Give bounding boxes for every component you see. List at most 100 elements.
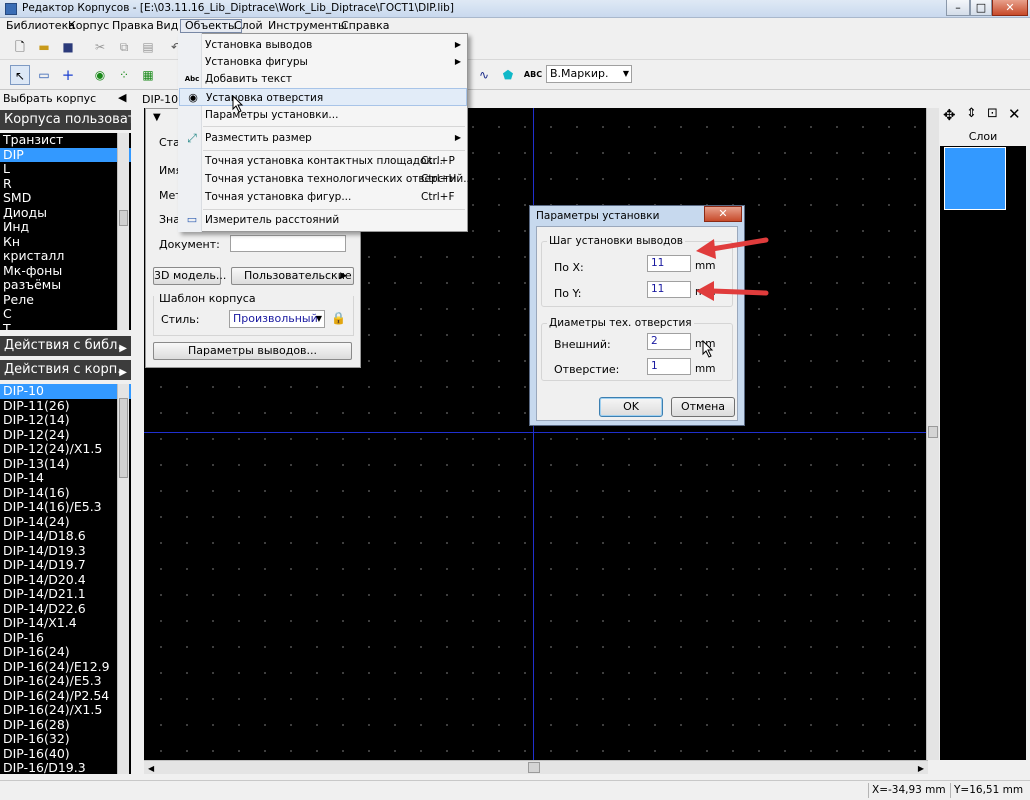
new-file-icon[interactable]: 🗋 (10, 37, 30, 57)
copy-icon[interactable]: ⧉ (114, 37, 134, 57)
category-item[interactable]: Инд (0, 219, 131, 235)
menu-help[interactable]: Справка (337, 19, 393, 33)
library-actions-header[interactable]: Действия с библ. ▶ (0, 336, 131, 356)
package-list[interactable]: DIP-10 DIP-11(26) DIP-12(14) DIP-12(24) DIP-… (0, 384, 131, 774)
package-item[interactable]: DIP-12(24) (0, 427, 131, 443)
save-icon[interactable]: ■ (58, 37, 78, 57)
category-item[interactable]: Мк-фоны (0, 263, 131, 279)
package-item[interactable]: DIP-14/D19.3 (0, 543, 131, 559)
document-input[interactable] (230, 235, 346, 252)
category-item[interactable]: С (0, 306, 131, 322)
menu-layer[interactable]: Слой (230, 19, 267, 33)
category-item[interactable]: кристалл (0, 248, 131, 264)
pin-params-button[interactable]: Параметры выводов... (153, 342, 352, 360)
package-item[interactable]: DIP-14/D20.4 (0, 572, 131, 588)
package-scrollbar[interactable] (117, 384, 129, 774)
package-item[interactable]: DIP-10 (0, 384, 131, 399)
category-list[interactable]: Транзист DIP L R SMD Диоды Инд Кн кристалл Мк-фон… (0, 133, 131, 330)
package-item[interactable]: DIP-14 (0, 470, 131, 486)
category-item[interactable]: R (0, 176, 131, 192)
package-item[interactable]: DIP-16(24)/P2.54 (0, 688, 131, 704)
menu-item-place-hole[interactable]: ◉ Установка отверстия (179, 88, 467, 106)
package-item[interactable]: DIP-14(24) (0, 514, 131, 530)
package-item[interactable]: DIP-13(14) (0, 456, 131, 472)
cancel-button[interactable]: Отмена (671, 397, 735, 417)
package-item[interactable]: DIP-16/D19.3 (0, 760, 131, 774)
package-actions-header[interactable]: Действия с корп. ▶ (0, 360, 131, 380)
x-step-input[interactable]: 11 (647, 255, 691, 272)
package-item[interactable]: DIP-14/X1.4 (0, 615, 131, 631)
menu-item-placement-params[interactable]: Параметры установки... (179, 106, 467, 124)
package-item[interactable]: DIP-14/D18.6 (0, 528, 131, 544)
polyline-icon[interactable]: ∿ (474, 65, 494, 85)
category-item[interactable]: Транзист (0, 133, 131, 148)
move-icon[interactable]: ✥ (943, 106, 956, 124)
package-item[interactable]: DIP-14/D21.1 (0, 586, 131, 602)
user-packages-header[interactable]: Корпуса пользовате. (0, 110, 131, 130)
scroll-left-icon[interactable]: ◀ (148, 764, 154, 773)
package-item[interactable]: DIP-16(24) (0, 644, 131, 660)
category-item[interactable]: Диоды (0, 205, 131, 221)
package-item[interactable]: DIP-14(16) (0, 485, 131, 501)
layer-item[interactable] (944, 147, 1006, 210)
close-panel-icon[interactable]: ✕ (1008, 105, 1021, 123)
text-tool-icon[interactable]: ABC (523, 65, 543, 85)
package-item[interactable]: DIP-14(16)/E5.3 (0, 499, 131, 515)
menu-item-exact-shapes[interactable]: Точная установка фигур... Ctrl+F (179, 188, 467, 206)
up-down-icon[interactable]: ⇕ (966, 106, 977, 121)
package-item[interactable]: DIP-16 (0, 630, 131, 646)
3d-model-button[interactable]: 3D модель... (153, 267, 226, 285)
category-item[interactable]: L (0, 161, 131, 177)
package-item[interactable]: DIP-14/D19.7 (0, 557, 131, 573)
category-item[interactable]: Реле (0, 292, 131, 308)
collapse-props-icon[interactable]: ▼ (153, 112, 161, 123)
package-scroll-thumb[interactable] (119, 398, 128, 478)
category-scrollbar[interactable] (117, 133, 129, 330)
select-pointer-icon[interactable]: ↖ (10, 65, 30, 85)
v-scroll-thumb[interactable] (928, 426, 938, 438)
menu-item-exact-pads[interactable]: Точная установка контактных площадок... C… (179, 152, 467, 170)
origin-cross-icon[interactable]: + (58, 65, 78, 85)
collapse-left-icon[interactable]: ◀ (118, 91, 126, 104)
style-combo[interactable]: Произвольный ▼ (229, 310, 325, 328)
package-item[interactable]: DIP-16(24)/E12.9 (0, 659, 131, 675)
menu-item-place-dimension[interactable]: ⤢ Разместить размер ▶ (179, 129, 467, 147)
outer-diameter-input[interactable]: 2 (647, 333, 691, 350)
menu-item-distance-meter[interactable]: ▭ Измеритель расстояний (179, 211, 467, 229)
menu-item-exact-holes[interactable]: Точная установка технологических отверст… (179, 170, 473, 188)
user-fields-button[interactable]: Пользовательские ▶ (231, 267, 354, 285)
menu-edit[interactable]: Правка (108, 19, 158, 33)
package-item[interactable]: DIP-16(28) (0, 717, 131, 733)
maximize-button[interactable]: □ (970, 0, 992, 16)
package-item[interactable]: DIP-12(24)/X1.5 (0, 441, 131, 457)
marker-combo[interactable]: В.Маркир. ▼ (546, 65, 632, 83)
menu-item-place-shape[interactable]: Установка фигуры ▶ (179, 53, 467, 71)
package-item[interactable]: DIP-16(32) (0, 731, 131, 747)
category-scroll-thumb[interactable] (119, 210, 128, 226)
polygon-icon[interactable]: ⬟ (498, 65, 518, 85)
close-window-button[interactable]: ✕ (992, 0, 1028, 16)
scroll-right-icon[interactable]: ▶ (918, 764, 924, 773)
cut-icon[interactable]: ✂ (90, 37, 110, 57)
h-scroll-thumb[interactable] (528, 762, 540, 773)
dialog-close-button[interactable]: ✕ (704, 206, 742, 222)
lock-icon[interactable]: 🔒 (331, 311, 346, 325)
canvas-h-scrollbar[interactable]: ◀ ▶ (144, 760, 928, 774)
category-item[interactable]: SMD (0, 190, 131, 206)
package-item[interactable]: DIP-14/D22.6 (0, 601, 131, 617)
category-item[interactable]: разъёмы (0, 277, 131, 293)
open-folder-icon[interactable]: ▬ (34, 37, 54, 57)
hole-input[interactable]: 1 (647, 358, 691, 375)
package-item[interactable]: DIP-11(26) (0, 398, 131, 414)
package-item[interactable]: DIP-16(40) (0, 746, 131, 762)
package-item[interactable]: DIP-16(24)/E5.3 (0, 673, 131, 689)
ok-button[interactable]: OK (599, 397, 663, 417)
menu-item-place-pins[interactable]: Установка выводов ▶ (179, 36, 467, 54)
fit-view-icon[interactable]: ⊡ (987, 106, 998, 121)
place-pad-icon[interactable]: ◉ (90, 65, 110, 85)
pad-tool-icon[interactable]: ▭ (34, 65, 54, 85)
canvas-v-scrollbar[interactable] (926, 108, 939, 760)
pad-row-icon[interactable]: ⁘ (114, 65, 134, 85)
menu-package[interactable]: Корпус (64, 19, 113, 33)
package-item[interactable]: DIP-16(24)/X1.5 (0, 702, 131, 718)
